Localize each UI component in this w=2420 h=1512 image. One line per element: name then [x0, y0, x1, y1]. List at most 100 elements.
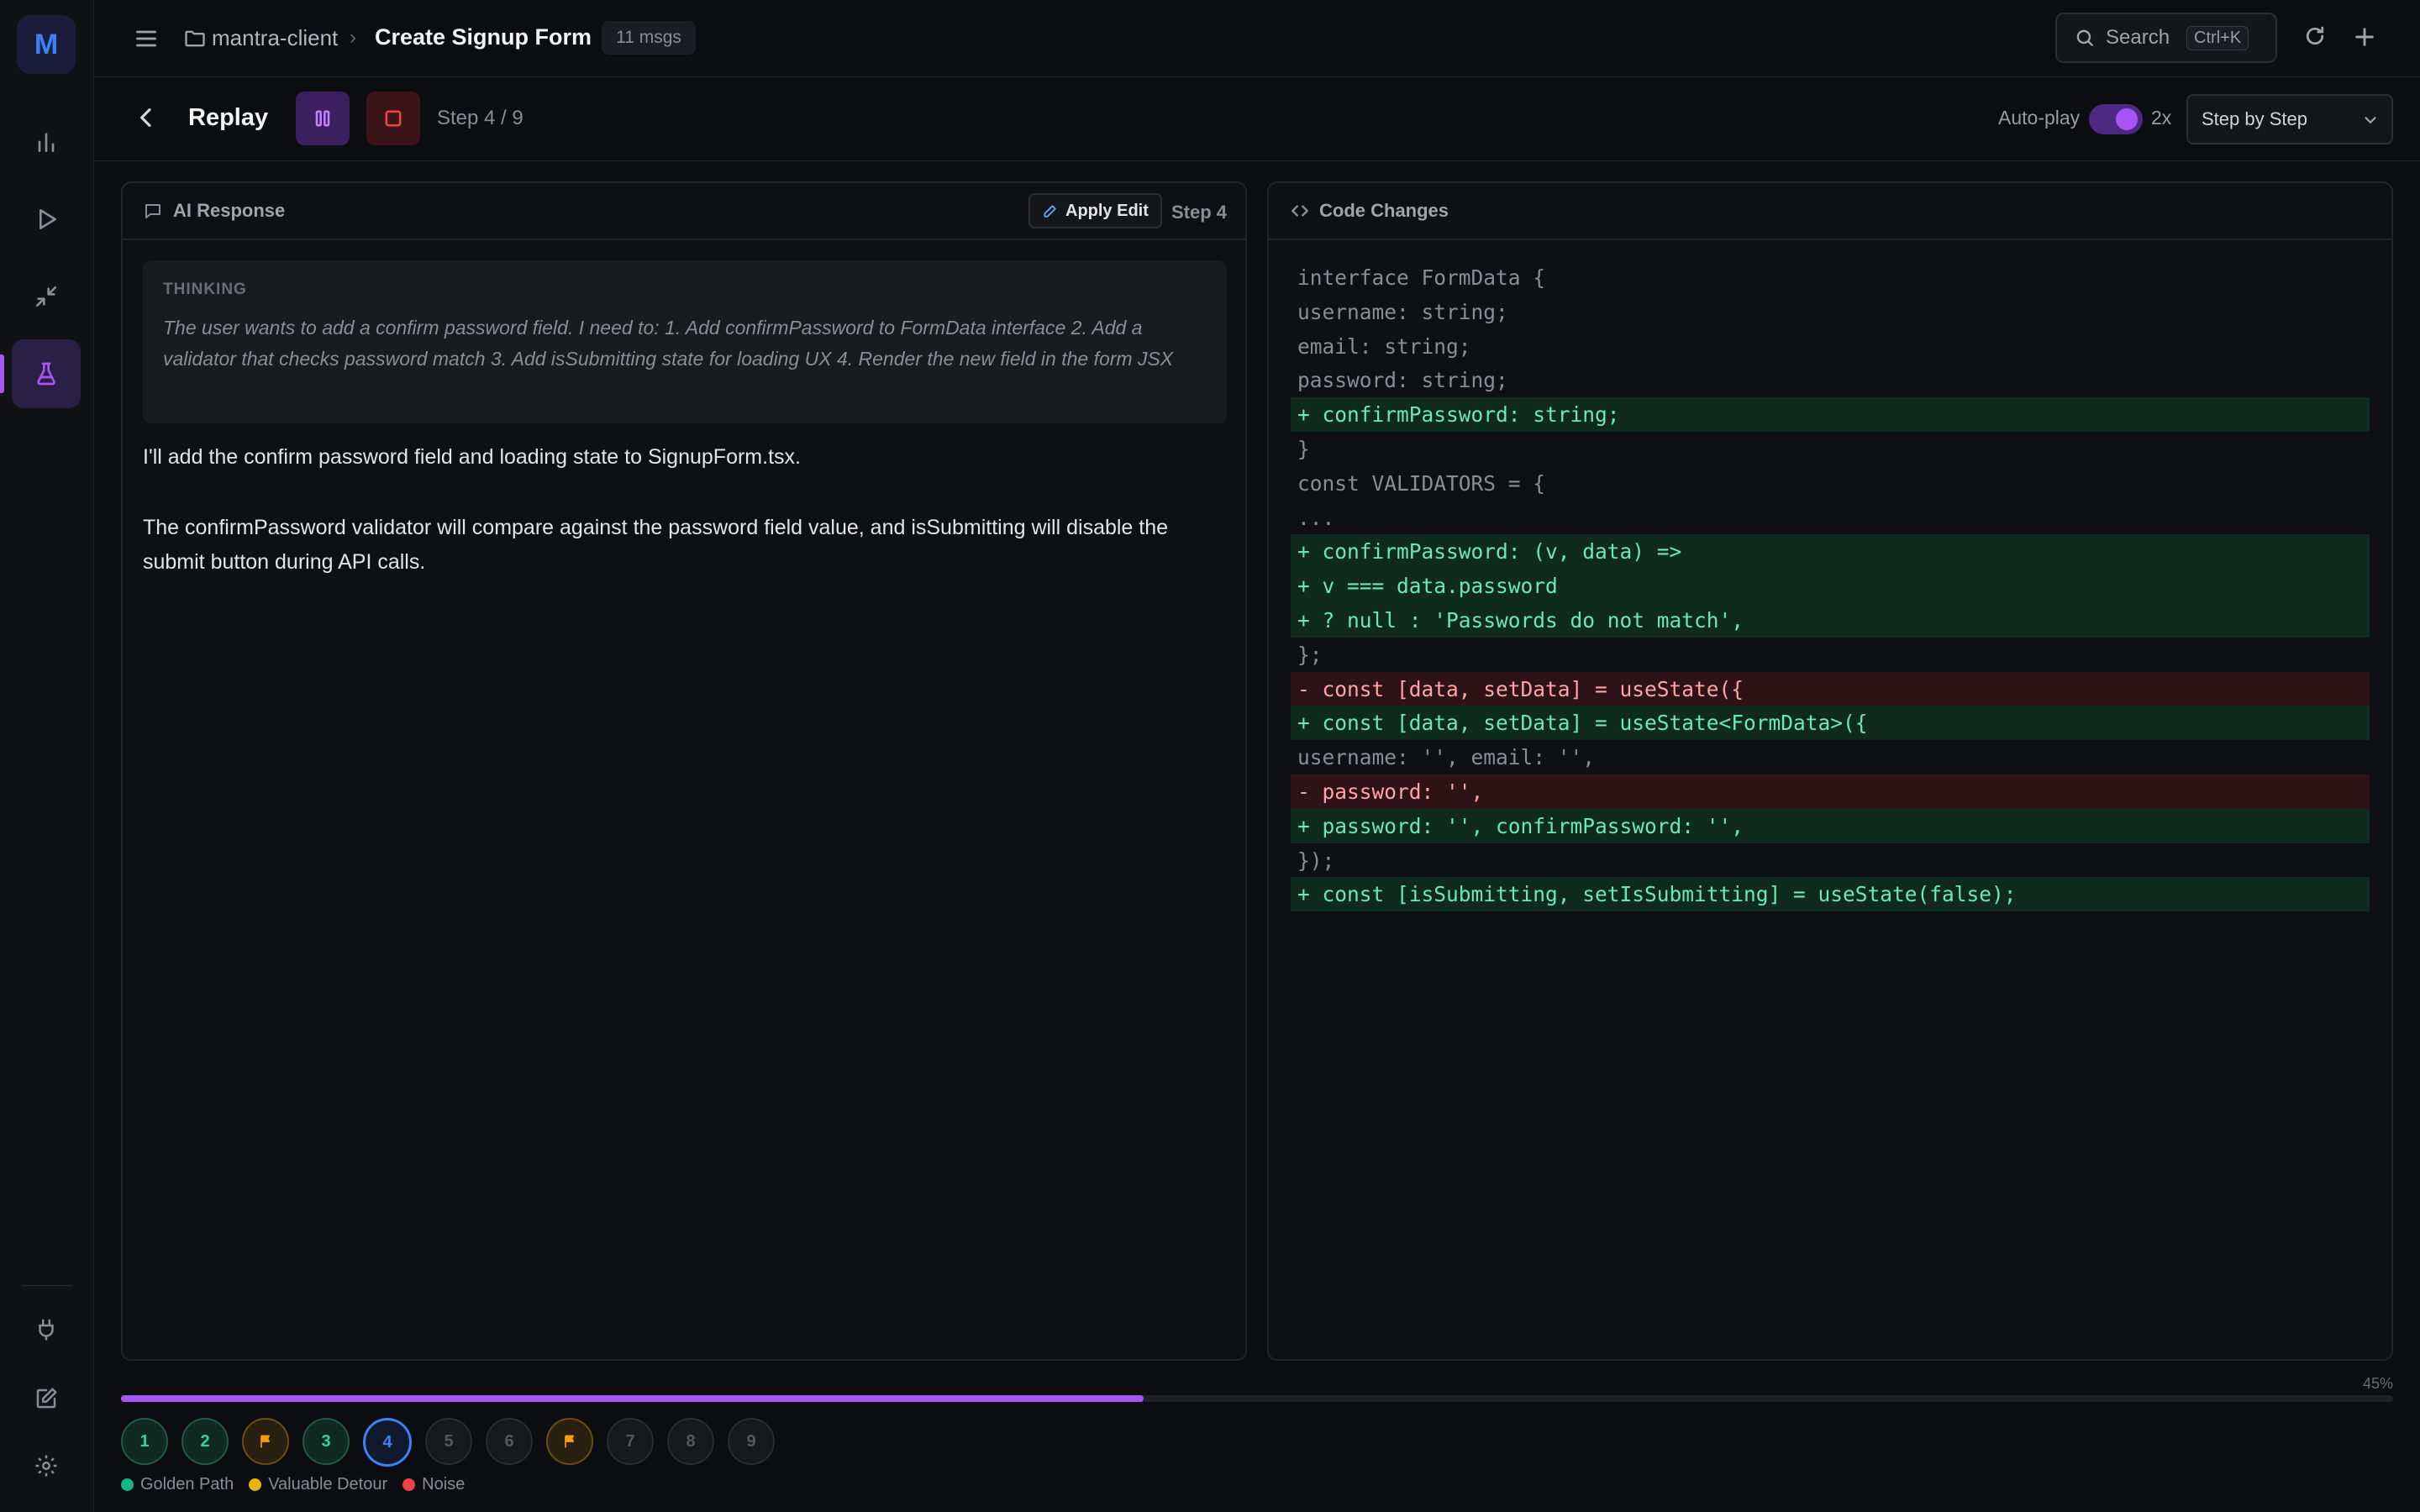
code-changes-panel: Code Changes interface FormData { usernam… — [1267, 181, 2393, 1361]
step-counter: Step 4 / 9 — [437, 107, 523, 129]
legend-item: Valuable Detour — [249, 1475, 387, 1494]
diff-line-context: const VALIDATORS = { — [1297, 470, 1546, 496]
code-panel-title: Code Changes — [1319, 200, 1449, 221]
autoplay-toggle[interactable] — [2089, 104, 2143, 134]
thinking-label: THINKING — [163, 281, 247, 298]
diff-line-context: } — [1297, 437, 1310, 461]
thinking-text: The user wants to add a confirm password… — [163, 317, 1174, 370]
flask-icon[interactable] — [12, 339, 81, 408]
flag-icon — [257, 1433, 274, 1450]
step-badge: Step 4 — [1171, 202, 1228, 223]
app-logo[interactable]: M — [17, 15, 76, 74]
diff-line-context: password: string; — [1297, 368, 1508, 393]
timeline-step[interactable]: 7 — [607, 1418, 654, 1465]
mode-value: Step by Step — [2202, 108, 2307, 129]
message-icon — [143, 201, 163, 221]
search-icon — [2074, 27, 2096, 49]
breadcrumb-separator: › — [350, 26, 356, 49]
diff-line-context: }); — [1297, 848, 1335, 873]
compress-icon[interactable] — [12, 262, 81, 331]
progress-percent: 45% — [2363, 1375, 2394, 1392]
timeline-step-current[interactable]: 4 — [363, 1418, 412, 1467]
progress-track[interactable] — [121, 1395, 2393, 1402]
diff-line-added: + const [data, setData] = useState<FormD… — [1291, 706, 2370, 741]
mode-select[interactable]: Step by Step — [2186, 94, 2393, 144]
diff-line-added: + const [isSubmitting, setIsSubmitting] … — [1291, 877, 2370, 912]
chevron-down-icon — [2361, 111, 2380, 129]
conversation-title: Create Signup Form — [375, 24, 592, 50]
legend-dot — [121, 1478, 134, 1491]
legend-dot — [402, 1478, 416, 1491]
apply-edit-label: Apply Edit — [1065, 201, 1149, 220]
diff-line-removed: - const [data, setData] = useState({ — [1291, 671, 2370, 706]
plug-icon[interactable] — [12, 1295, 81, 1364]
timeline-step[interactable]: 6 — [486, 1418, 533, 1465]
code-diff: interface FormData { username: string; ema… — [1269, 260, 2391, 932]
diff-line-context: username: string; — [1297, 299, 1508, 324]
edit-icon[interactable] — [12, 1364, 81, 1433]
timeline-step[interactable]: 8 — [667, 1418, 714, 1465]
message-count-badge: 11 msgs — [602, 21, 696, 55]
timeline-step-detour[interactable] — [546, 1418, 593, 1465]
replay-toolbar: Replay Step 4 / 9 Auto-play 2x Step by S… — [94, 77, 2420, 161]
pencil-icon — [1042, 202, 1059, 219]
diff-line-added: + ? null : 'Passwords do not match', — [1291, 603, 2370, 638]
play-icon[interactable] — [12, 185, 81, 254]
diff-line-context: interface FormData { — [1297, 265, 1546, 290]
legend-dot — [249, 1478, 262, 1491]
menu-icon[interactable] — [133, 25, 160, 52]
back-chevron-icon[interactable] — [133, 104, 160, 131]
step-timeline: 12 3456 789 — [121, 1418, 1129, 1467]
search-label: Search — [2106, 26, 2170, 49]
ai-response-panel: AI Response Apply Edit Step 4 THINKING T… — [121, 181, 1247, 1361]
diff-line-context: username: '', email: '', — [1297, 745, 1596, 770]
top-bar: mantra-client › Create Signup Form 11 ms… — [94, 0, 2420, 77]
refresh-icon[interactable] — [2302, 24, 2328, 49]
diff-line-added: + confirmPassword: (v, data) => — [1291, 534, 2370, 570]
code-icon — [1289, 200, 1311, 222]
timeline-step[interactable]: 1 — [121, 1418, 168, 1465]
timeline-step[interactable]: 9 — [728, 1418, 775, 1465]
diff-line-context: }; — [1297, 642, 1323, 667]
timeline-step[interactable]: 5 — [425, 1418, 472, 1465]
legend-item: Noise — [402, 1475, 465, 1494]
code-panel-header: Code Changes — [1269, 183, 2391, 240]
search-button[interactable]: Search Ctrl+K — [2055, 13, 2277, 63]
response-paragraph: I'll add the confirm password field and … — [143, 445, 801, 469]
speed-label[interactable]: 2x — [2151, 107, 2171, 129]
diff-line-added: + password: '', confirmPassword: '', — [1291, 808, 2370, 843]
thinking-block: THINKING The user wants to add a confirm… — [143, 260, 1227, 423]
analytics-icon[interactable] — [12, 108, 81, 176]
timeline-step-detour[interactable] — [242, 1418, 289, 1465]
toggle-knob — [2116, 108, 2138, 130]
stop-icon — [381, 107, 405, 130]
pause-button[interactable] — [296, 92, 350, 145]
timeline-step[interactable]: 2 — [182, 1418, 229, 1465]
response-paragraph: The confirmPassword validator will compa… — [143, 516, 1169, 574]
timeline-legend: Golden Path Valuable Detour Noise — [121, 1475, 465, 1494]
apply-edit-button[interactable]: Apply Edit — [1028, 193, 1162, 228]
gear-icon[interactable] — [12, 1431, 81, 1500]
breadcrumb-project[interactable]: mantra-client — [212, 25, 338, 51]
plus-icon[interactable] — [2351, 24, 2378, 50]
flag-icon — [561, 1433, 578, 1450]
progress-fill — [121, 1395, 1144, 1402]
replay-title: Replay — [188, 104, 269, 131]
folder-icon — [183, 27, 207, 50]
rail-divider — [22, 1285, 72, 1286]
legend-label: Valuable Detour — [268, 1475, 388, 1494]
stop-button[interactable] — [366, 92, 420, 145]
autoplay-label: Auto-play — [1998, 107, 2081, 129]
legend-label: Golden Path — [140, 1475, 234, 1494]
legend-label: Noise — [422, 1475, 466, 1494]
legend-item: Golden Path — [121, 1475, 234, 1494]
left-rail: M — [0, 0, 94, 1512]
timeline-step[interactable]: 3 — [302, 1418, 350, 1465]
diff-line-added: + confirmPassword: string; — [1291, 397, 2370, 433]
ai-panel-title: AI Response — [173, 200, 286, 221]
diff-line-context: email: string; — [1297, 333, 1471, 359]
diff-line-removed: - password: '', — [1291, 774, 2370, 809]
active-indicator — [0, 354, 4, 393]
pause-icon — [311, 107, 334, 130]
diff-line-added: + v === data.password — [1291, 569, 2370, 604]
